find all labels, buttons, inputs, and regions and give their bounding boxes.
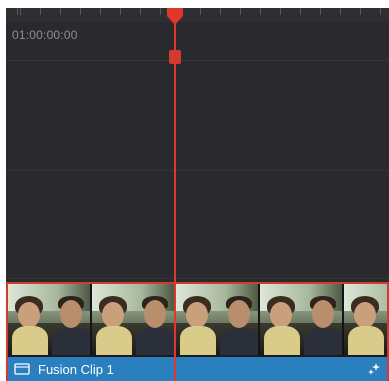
clip-type-icon [14, 363, 30, 375]
clip-thumbnail [92, 284, 176, 355]
clip-title: Fusion Clip 1 [38, 361, 114, 377]
track-divider [6, 60, 389, 61]
clip-thumbnail [176, 284, 260, 355]
sparkle-icon[interactable] [367, 362, 381, 376]
timecode-label: 01:00:00:00 [12, 28, 78, 42]
playhead-marker[interactable] [169, 50, 181, 64]
clip-thumbnail [8, 284, 92, 355]
track-divider [6, 170, 389, 171]
clip-label-bar[interactable]: Fusion Clip 1 [8, 357, 387, 381]
clip-thumbnail [344, 284, 387, 355]
fusion-clip[interactable]: Fusion Clip 1 [6, 282, 389, 381]
clip-thumbnail [260, 284, 344, 355]
playhead-handle[interactable] [166, 8, 184, 26]
timeline-ruler[interactable] [6, 8, 389, 22]
timeline-panel[interactable]: 01:00:00:00 Fusion Clip 1 [6, 8, 389, 381]
playhead-line[interactable] [174, 22, 176, 381]
clip-thumbnails [8, 284, 387, 355]
track-divider [6, 278, 389, 279]
